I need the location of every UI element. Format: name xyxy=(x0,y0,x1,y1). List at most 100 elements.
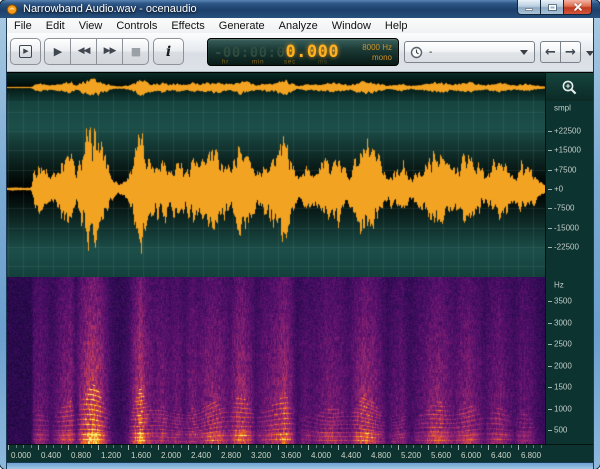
play-in-window-button[interactable]: ▶ xyxy=(10,38,41,65)
time-minor-tick xyxy=(53,445,54,448)
time-major-tick xyxy=(68,445,69,450)
menu-generate[interactable]: Generate xyxy=(212,19,272,33)
scale-tick xyxy=(548,301,552,302)
overview-strip[interactable] xyxy=(7,73,545,101)
fast-forward-icon: ▶▶ xyxy=(104,47,116,56)
play-icon: ▶ xyxy=(54,46,61,57)
menu-effects[interactable]: Effects xyxy=(164,19,211,33)
app-window: Narrowband Audio.wav - ocenaudio FileEdi… xyxy=(0,0,600,469)
time-ruler[interactable]: 0.0000.4000.8001.2001.6002.0002.4002.800… xyxy=(7,444,593,463)
play-button[interactable]: ▶ xyxy=(44,38,71,65)
time-tick-label: 0.400 xyxy=(41,451,61,460)
amplitude-scale[interactable]: smpl+22500+15000+7500+0-7500-15000-22500 xyxy=(545,101,593,277)
zoom-button[interactable] xyxy=(545,73,593,101)
time-minor-tick xyxy=(466,445,467,448)
time-tick-label: 6.000 xyxy=(461,451,481,460)
nav-forward-button[interactable]: → xyxy=(560,41,581,63)
menu-analyze[interactable]: Analyze xyxy=(272,19,325,33)
time-major-tick xyxy=(188,445,189,450)
stop-button[interactable]: ■ xyxy=(122,38,149,65)
time-minor-tick xyxy=(241,445,242,448)
menu-view[interactable]: View xyxy=(72,19,110,33)
frequency-tick-label: 1500 xyxy=(554,383,572,392)
overview-waveform-canvas[interactable] xyxy=(7,73,545,101)
amplitude-tick-label: +0 xyxy=(554,185,563,194)
window-border-right xyxy=(593,18,600,469)
frequency-tick-label: 2500 xyxy=(554,340,572,349)
menu-file[interactable]: File xyxy=(7,19,39,33)
menu-window[interactable]: Window xyxy=(325,19,378,33)
time-minor-tick xyxy=(271,445,272,448)
time-major-tick xyxy=(8,445,9,450)
amplitude-tick-label: -22500 xyxy=(554,242,579,251)
time-minor-tick xyxy=(143,445,144,448)
time-minor-tick xyxy=(346,445,347,448)
time-major-tick xyxy=(458,445,459,450)
waveform-view[interactable] xyxy=(7,101,545,277)
waveform-canvas[interactable] xyxy=(7,101,545,277)
time-minor-tick xyxy=(376,445,377,448)
amplitude-tick-label: +7500 xyxy=(554,165,576,174)
time-major-tick xyxy=(278,445,279,450)
spectrogram-canvas[interactable] xyxy=(7,277,545,444)
unit-sec-label: sec xyxy=(284,58,296,65)
menu-help[interactable]: Help xyxy=(378,19,415,33)
scale-tick xyxy=(548,208,552,209)
time-minor-tick xyxy=(166,445,167,448)
title-bar[interactable]: Narrowband Audio.wav - ocenaudio xyxy=(0,0,600,18)
amplitude-tick-label: +15000 xyxy=(554,146,581,155)
time-format-combobox[interactable]: - xyxy=(404,41,535,63)
rewind-icon: ◀◀ xyxy=(78,47,90,56)
time-major-tick xyxy=(128,445,129,450)
nav-back-button[interactable]: ← xyxy=(540,41,561,63)
frequency-scale[interactable]: Hz350030002500200015001000500 xyxy=(545,277,593,444)
time-tick-label: 0.000 xyxy=(11,451,31,460)
time-tick-label: 0.800 xyxy=(71,451,91,460)
time-minor-tick xyxy=(91,445,92,448)
time-tick-label: 1.200 xyxy=(101,451,121,460)
time-minor-tick xyxy=(541,445,542,448)
time-minor-tick xyxy=(263,445,264,448)
play-in-window-icon: ▶ xyxy=(19,45,32,58)
time-minor-tick xyxy=(443,445,444,448)
time-minor-tick xyxy=(76,445,77,448)
time-minor-tick xyxy=(121,445,122,448)
magnifier-icon xyxy=(561,79,578,96)
scale-tick xyxy=(548,170,552,171)
time-tick-label: 5.600 xyxy=(431,451,451,460)
time-minor-tick xyxy=(203,445,204,448)
menu-edit[interactable]: Edit xyxy=(39,19,72,33)
window-title: Narrowband Audio.wav - ocenaudio xyxy=(23,3,197,15)
close-button[interactable] xyxy=(564,0,592,15)
time-major-tick xyxy=(158,445,159,450)
scale-tick xyxy=(548,344,552,345)
time-minor-tick xyxy=(353,445,354,448)
time-minor-tick xyxy=(136,445,137,448)
scale-tick xyxy=(548,228,552,229)
time-major-tick xyxy=(218,445,219,450)
minimize-button[interactable] xyxy=(517,0,541,15)
time-minor-tick xyxy=(331,445,332,448)
maximize-button[interactable] xyxy=(541,0,564,15)
rewind-button[interactable]: ◀◀ xyxy=(70,38,97,65)
time-display[interactable]: -00:00:00.000 hr min sec ms 8000 Hz mono xyxy=(207,38,399,66)
sample-rate-label: 8000 Hz xyxy=(362,43,392,53)
time-minor-tick xyxy=(151,445,152,448)
time-minor-tick xyxy=(106,445,107,448)
frequency-tick-label: 2000 xyxy=(554,361,572,370)
amplitude-tick-label: -7500 xyxy=(554,204,574,213)
menu-controls[interactable]: Controls xyxy=(109,19,164,33)
time-minor-tick xyxy=(496,445,497,448)
fast-forward-button[interactable]: ▶▶ xyxy=(96,38,123,65)
time-major-tick xyxy=(398,445,399,450)
info-icon: i xyxy=(166,44,171,60)
info-button[interactable]: i xyxy=(153,38,184,65)
time-major-tick xyxy=(98,445,99,450)
frequency-tick-label: 500 xyxy=(554,426,567,435)
spectrogram-view[interactable] xyxy=(7,277,545,444)
combobox-value: - xyxy=(429,47,432,58)
channels-label: mono xyxy=(362,53,392,63)
time-major-tick xyxy=(338,445,339,450)
time-tick-label: 3.600 xyxy=(281,451,301,460)
time-minor-tick xyxy=(256,445,257,448)
